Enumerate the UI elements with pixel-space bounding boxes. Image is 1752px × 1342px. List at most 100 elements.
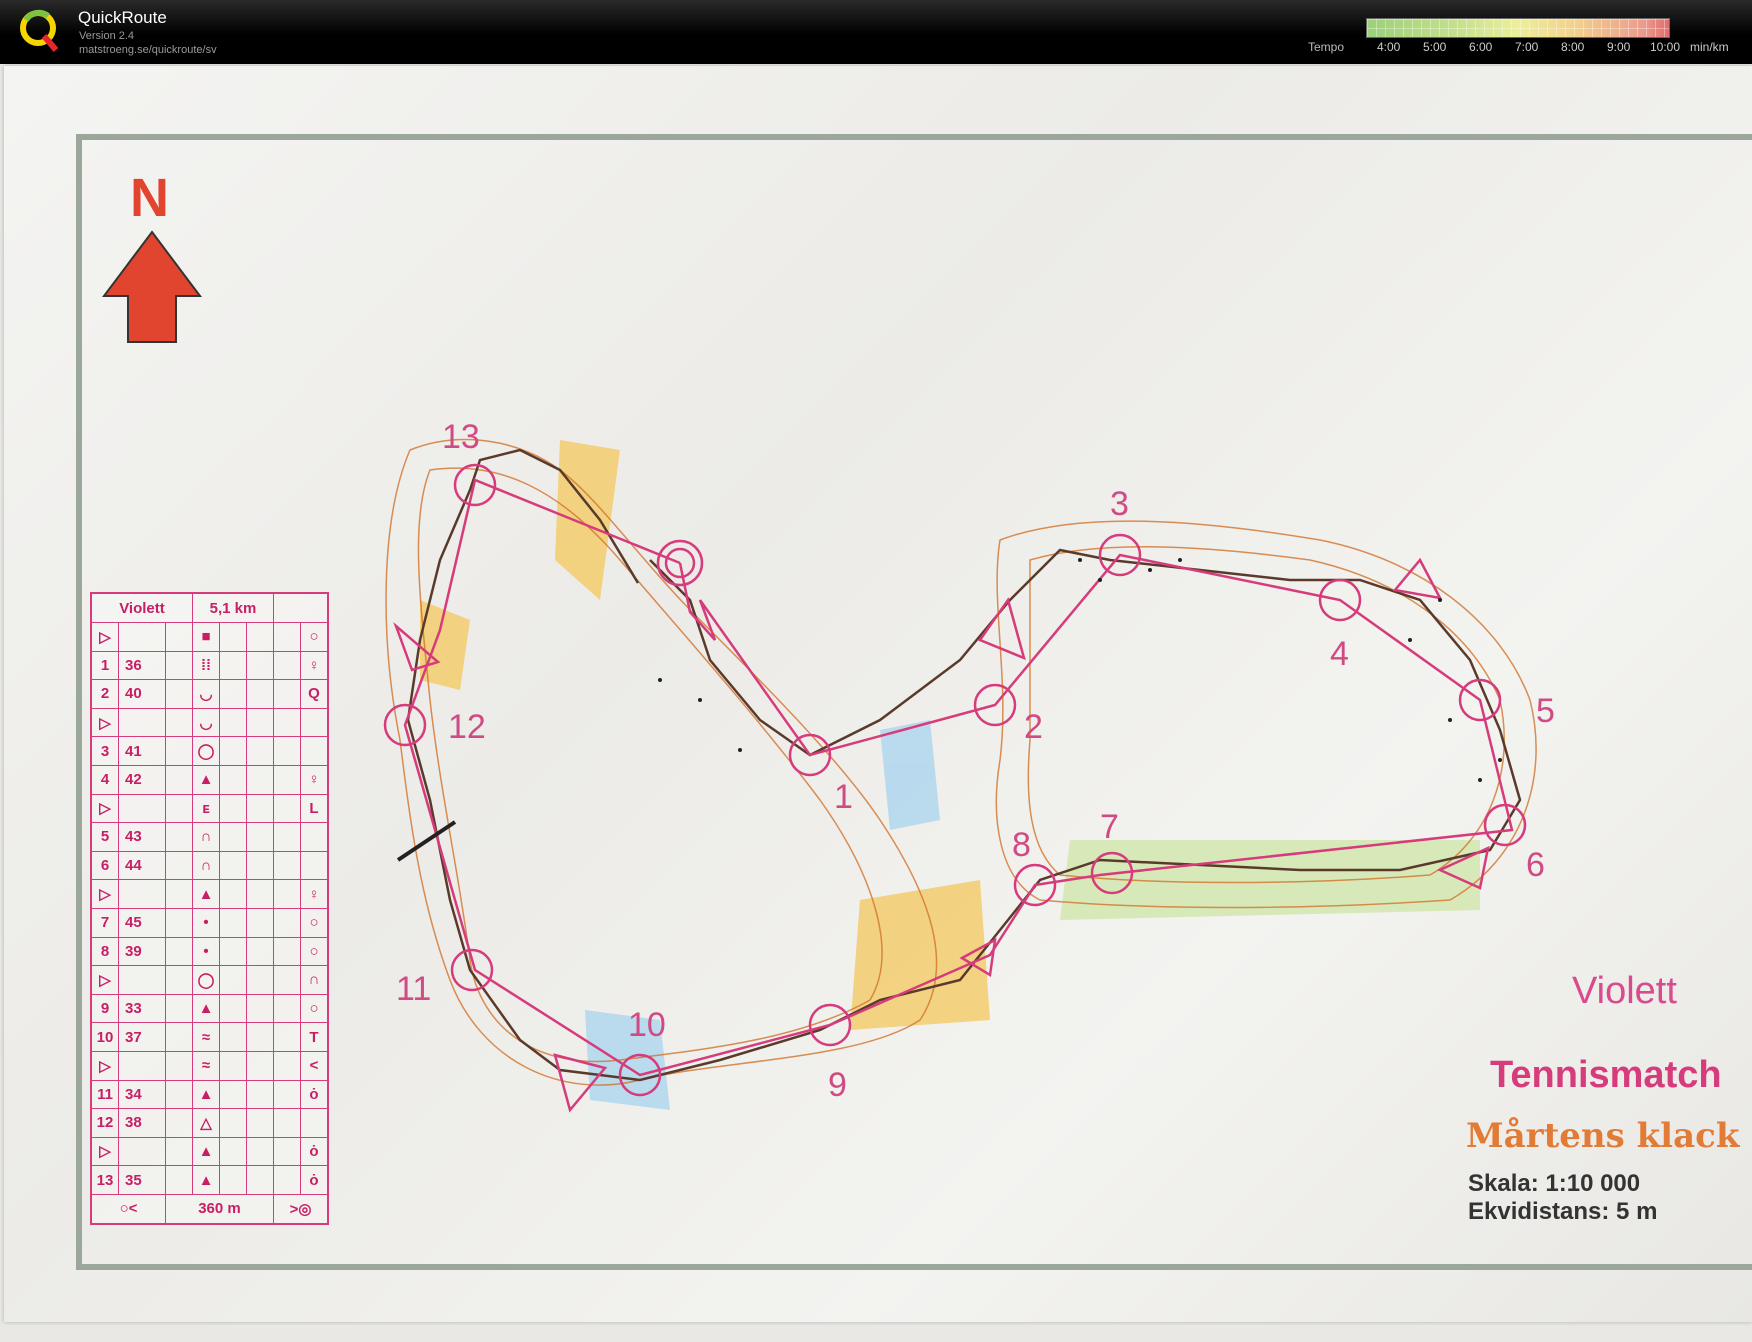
- description-row: ▷ ◡: [90, 707, 329, 738]
- empty-cell: [165, 936, 193, 967]
- empty-cell: [165, 679, 193, 709]
- control-code-cell: [118, 1136, 166, 1167]
- description-row: 3 41 ◯: [90, 736, 329, 766]
- empty-cell: [273, 793, 301, 824]
- empty-cell: [246, 650, 274, 681]
- empty-cell: [246, 879, 274, 909]
- appearance-symbol-icon: ○: [300, 936, 329, 967]
- appearance-symbol-icon: ♀: [300, 764, 329, 795]
- description-row: ▷ ▲ ȯ: [90, 1136, 329, 1167]
- empty-cell: [165, 1050, 193, 1081]
- appearance-symbol-icon: ○: [300, 622, 329, 652]
- control-number-cell: 7: [90, 907, 119, 938]
- empty-cell: [219, 793, 247, 824]
- feature-symbol-icon: ≈: [192, 1050, 220, 1081]
- empty-cell: [273, 592, 329, 623]
- empty-cell: [273, 879, 301, 909]
- description-row: 2 40 ◡ Q: [90, 679, 329, 709]
- control-number-cell: 6: [90, 850, 119, 881]
- feature-symbol-icon: ◡: [192, 679, 220, 709]
- appearance-symbol-icon: [300, 850, 329, 881]
- control-number-cell: 8: [90, 936, 119, 967]
- control-code-cell: 37: [118, 1022, 166, 1052]
- empty-cell: [246, 764, 274, 795]
- empty-cell: [273, 822, 301, 852]
- appearance-symbol-icon: [300, 822, 329, 852]
- feature-symbol-icon: •: [192, 907, 220, 938]
- control-code-cell: [118, 622, 166, 652]
- feature-symbol-icon: ▲: [192, 764, 220, 795]
- control-number-cell: 9: [90, 993, 119, 1024]
- control-code-cell: [118, 793, 166, 824]
- description-row: 6 44 ∩: [90, 850, 329, 881]
- empty-cell: [219, 622, 247, 652]
- empty-cell: [165, 1022, 193, 1052]
- control-code-cell: 45: [118, 907, 166, 938]
- finish-distance-cell: 360 m: [165, 1193, 274, 1225]
- appearance-symbol-icon: [300, 707, 329, 738]
- empty-cell: [273, 965, 301, 995]
- course-name-cell: Violett: [90, 592, 193, 623]
- crossing-point-icon: ▷: [90, 707, 119, 738]
- control-number: 9: [828, 1066, 847, 1104]
- empty-cell: [219, 1079, 247, 1110]
- empty-cell: [246, 736, 274, 766]
- empty-cell: [246, 1022, 274, 1052]
- finish-circle-icon: >◎: [273, 1193, 329, 1225]
- control-code-cell: 34: [118, 1079, 166, 1110]
- feature-symbol-icon: ▲: [192, 993, 220, 1024]
- appearance-symbol-icon: T: [300, 1022, 329, 1052]
- control-number: 12: [448, 708, 486, 746]
- event-title: Tennismatch: [1490, 1054, 1722, 1096]
- empty-cell: [273, 907, 301, 938]
- description-row: 7 45 • ○: [90, 907, 329, 938]
- feature-symbol-icon: ■: [192, 622, 220, 652]
- empty-cell: [246, 1079, 274, 1110]
- empty-cell: [219, 1022, 247, 1052]
- control-number: 11: [396, 970, 431, 1008]
- control-number-cell: 10: [90, 1022, 119, 1052]
- description-row: 11 34 ▲ ȯ: [90, 1079, 329, 1110]
- empty-cell: [219, 707, 247, 738]
- control-code-cell: 42: [118, 764, 166, 795]
- empty-cell: [246, 907, 274, 938]
- appearance-symbol-icon: ȯ: [300, 1165, 329, 1195]
- appearance-symbol-icon: ♀: [300, 879, 329, 909]
- empty-cell: [219, 907, 247, 938]
- control-number: 4: [1330, 635, 1349, 673]
- control-code-cell: 38: [118, 1108, 166, 1138]
- control-code-cell: [118, 1050, 166, 1081]
- empty-cell: [219, 936, 247, 967]
- empty-cell: [246, 679, 274, 709]
- control-code-cell: 33: [118, 993, 166, 1024]
- empty-cell: [246, 622, 274, 652]
- control-number: 3: [1110, 485, 1129, 523]
- crossing-point-icon: ▷: [90, 1050, 119, 1081]
- empty-cell: [246, 1165, 274, 1195]
- empty-cell: [219, 965, 247, 995]
- control-code-cell: 36: [118, 650, 166, 681]
- description-row: ▷ ▲ ♀: [90, 879, 329, 909]
- feature-symbol-icon: ∩: [192, 850, 220, 881]
- empty-cell: [165, 822, 193, 852]
- appearance-symbol-icon: ∩: [300, 965, 329, 995]
- description-row: 5 43 ∩: [90, 822, 329, 852]
- empty-cell: [165, 907, 193, 938]
- map-scale: Skala: 1:10 000: [1468, 1170, 1641, 1197]
- description-row: 1 36 ⁞⁞ ♀: [90, 650, 329, 681]
- feature-symbol-icon: ◯: [192, 965, 220, 995]
- empty-cell: [165, 1108, 193, 1138]
- description-row: ▷ ᴇ L: [90, 793, 329, 824]
- empty-cell: [219, 1050, 247, 1081]
- empty-cell: [246, 965, 274, 995]
- description-row: ▷ ■ ○: [90, 622, 329, 652]
- control-code-cell: [118, 965, 166, 995]
- empty-cell: [165, 993, 193, 1024]
- control-number: 5: [1536, 692, 1555, 730]
- control-number-cell: 13: [90, 1165, 119, 1195]
- empty-cell: [273, 936, 301, 967]
- empty-cell: [273, 650, 301, 681]
- control-number: 8: [1012, 826, 1031, 864]
- control-code-cell: 43: [118, 822, 166, 852]
- appearance-symbol-icon: ȯ: [300, 1136, 329, 1167]
